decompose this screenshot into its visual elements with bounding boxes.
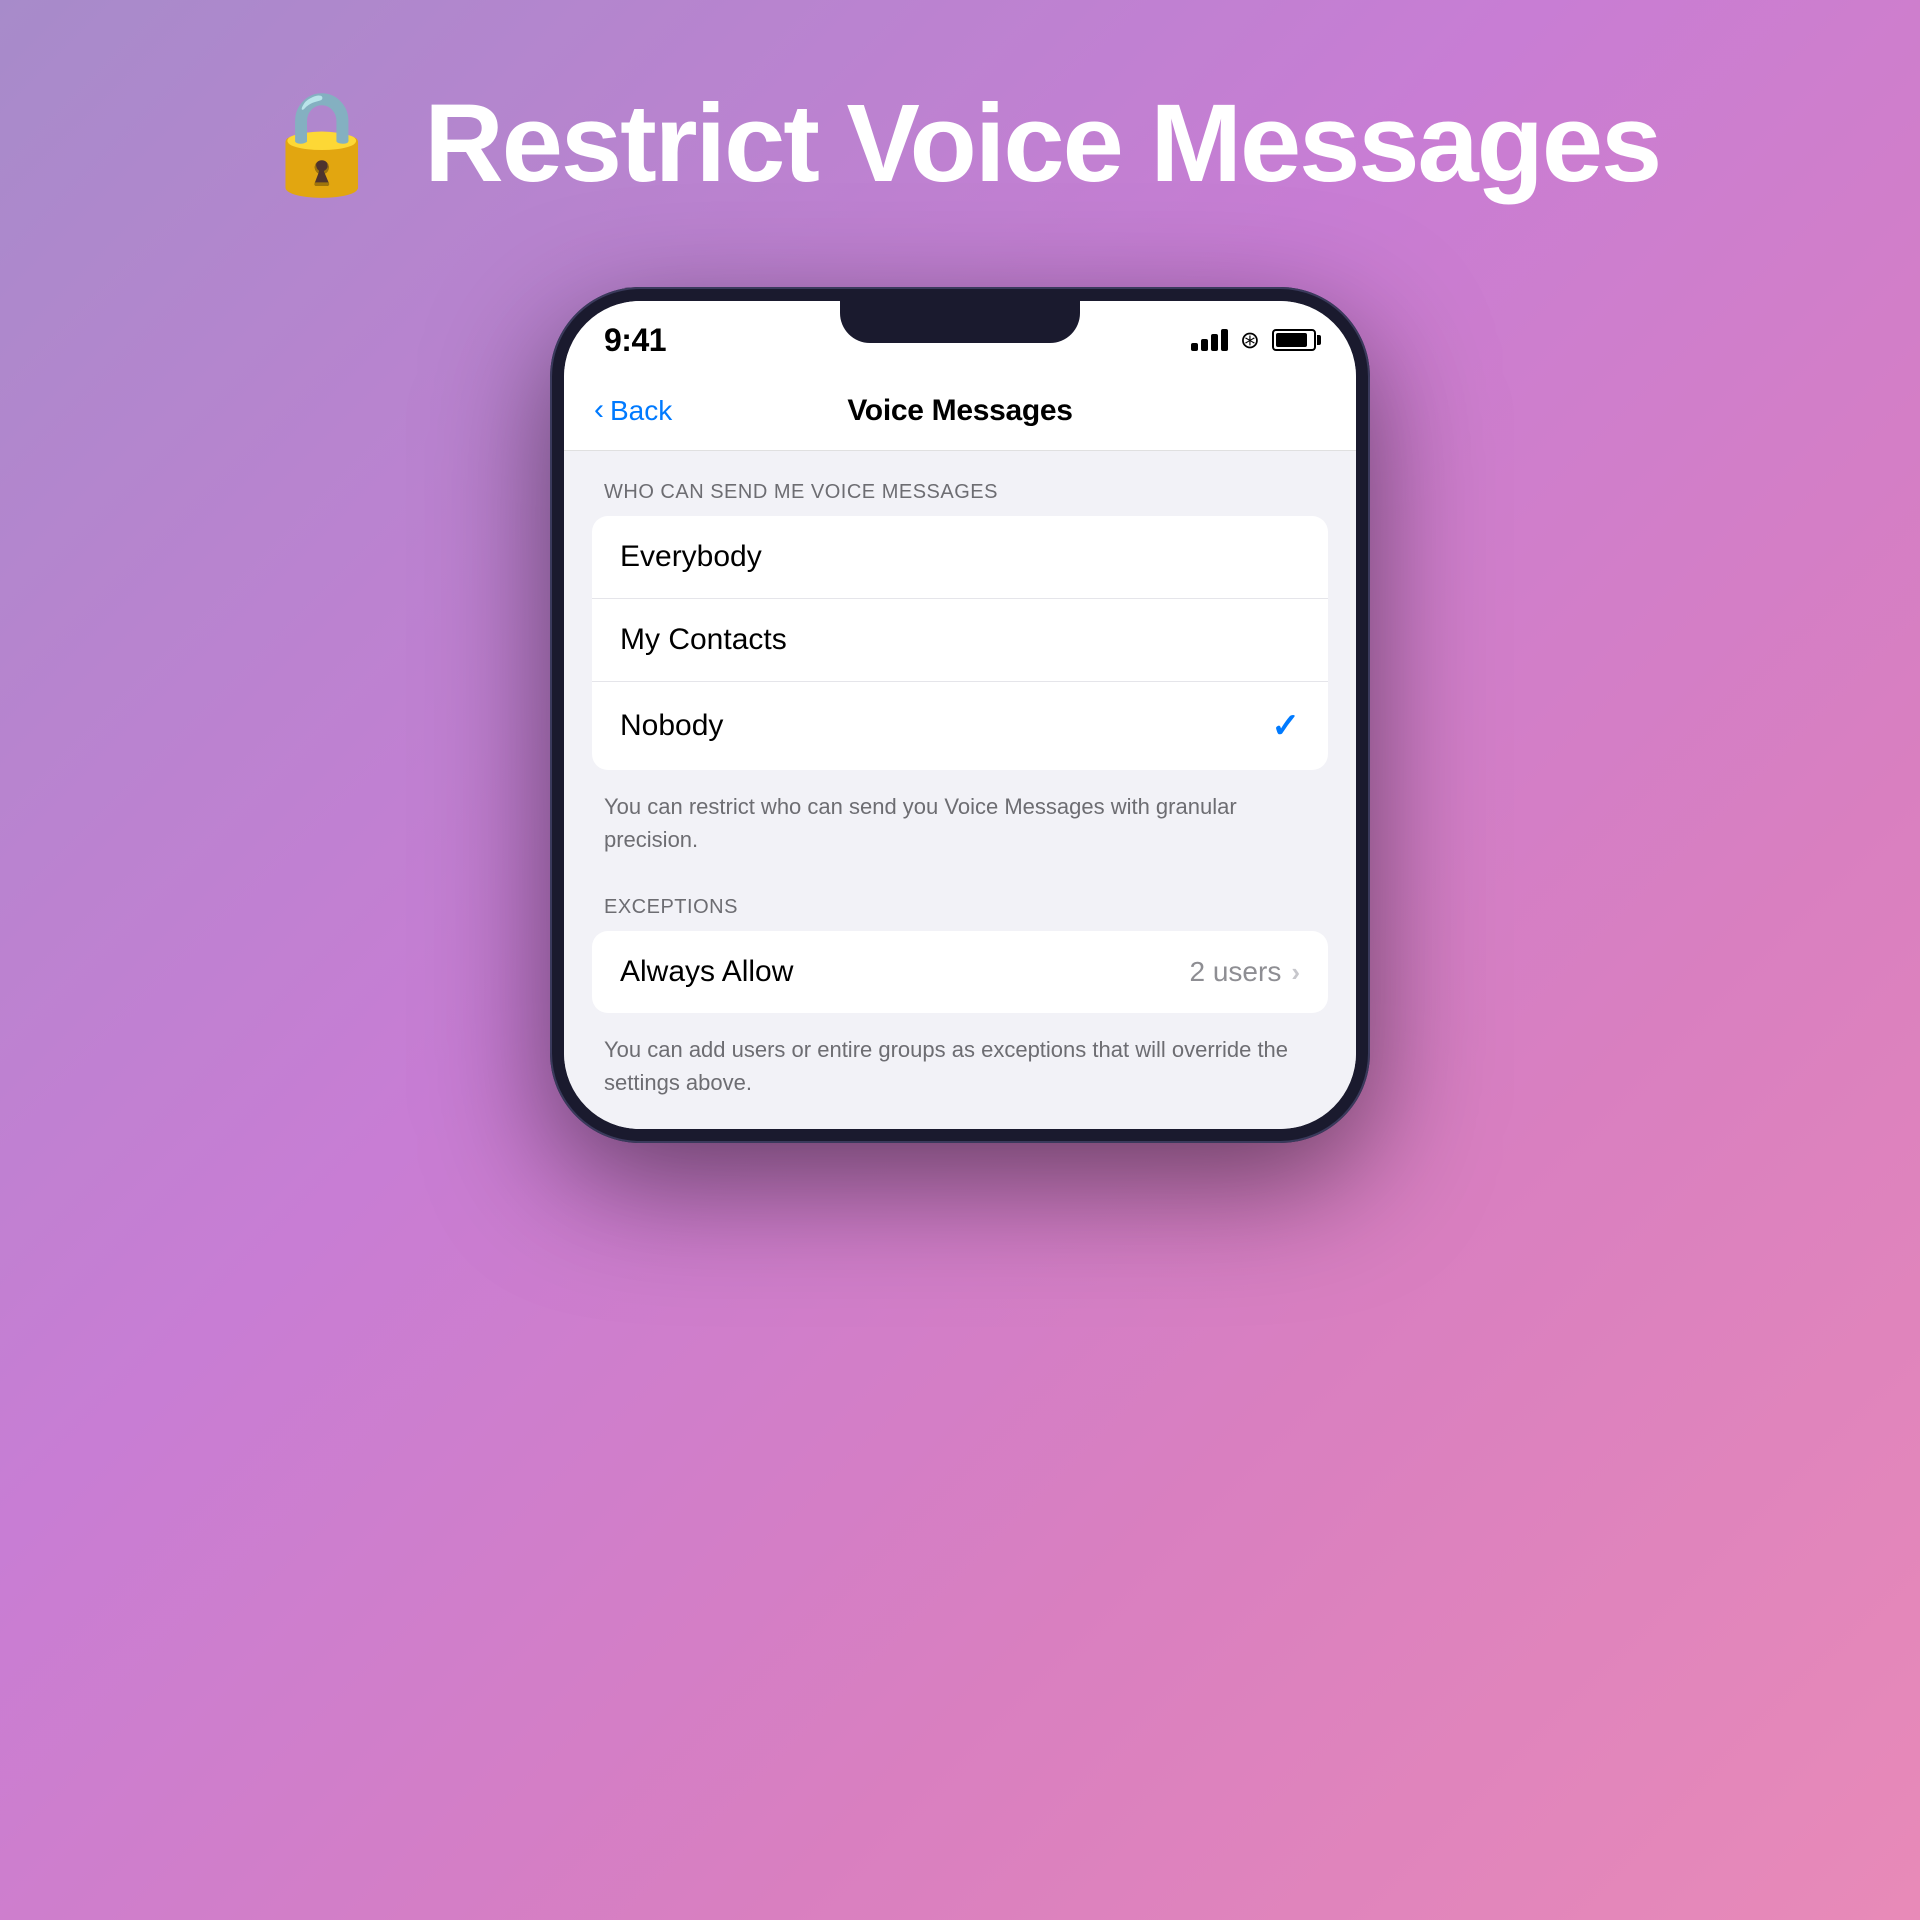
signal-bars-icon: [1191, 329, 1228, 351]
page-header: 🔒 Restrict Voice Messages: [0, 80, 1920, 207]
lock-icon: 🔒: [260, 85, 385, 202]
who-section-footer: You can restrict who can send you Voice …: [564, 778, 1356, 886]
content: WHO CAN SEND ME VOICE MESSAGES Everybody…: [564, 451, 1356, 1129]
nav-bar: ‹ Back Voice Messages: [564, 371, 1356, 451]
back-button[interactable]: ‹ Back: [594, 395, 672, 427]
my-contacts-label: My Contacts: [620, 623, 787, 657]
page-title: Restrict Voice Messages: [424, 80, 1660, 207]
back-label: Back: [610, 395, 672, 427]
nav-title: Voice Messages: [847, 394, 1072, 428]
exceptions-section-footer: You can add users or entire groups as ex…: [564, 1021, 1356, 1129]
nobody-label: Nobody: [620, 709, 723, 743]
everybody-label: Everybody: [620, 540, 762, 574]
who-settings-group: Everybody My Contacts Nobody ✓: [592, 516, 1328, 770]
wifi-icon: ⊛: [1240, 326, 1260, 355]
status-bar: 9:41 ⊛: [564, 301, 1356, 371]
exceptions-settings-group: Always Allow 2 users ›: [592, 931, 1328, 1013]
exceptions-section-header: EXCEPTIONS: [564, 896, 1356, 931]
status-time: 9:41: [604, 322, 666, 359]
always-allow-users-count: 2 users: [1190, 956, 1282, 988]
nobody-checkmark-icon: ✓: [1272, 706, 1301, 746]
everybody-row[interactable]: Everybody: [592, 516, 1328, 599]
always-allow-detail: 2 users ›: [1190, 956, 1301, 988]
notch: [840, 301, 1080, 343]
always-allow-chevron-icon: ›: [1291, 957, 1300, 988]
exceptions-section: EXCEPTIONS Always Allow 2 users › You ca…: [564, 896, 1356, 1129]
phone-screen: 9:41 ⊛ ‹ Back Voice Messages: [564, 301, 1356, 1129]
nobody-row[interactable]: Nobody ✓: [592, 682, 1328, 770]
my-contacts-row[interactable]: My Contacts: [592, 599, 1328, 682]
who-section-header: WHO CAN SEND ME VOICE MESSAGES: [564, 481, 1356, 516]
always-allow-row[interactable]: Always Allow 2 users ›: [592, 931, 1328, 1013]
back-chevron-icon: ‹: [594, 395, 604, 425]
phone-frame: 9:41 ⊛ ‹ Back Voice Messages: [550, 287, 1370, 1143]
always-allow-label: Always Allow: [620, 955, 793, 989]
battery-icon: [1272, 329, 1316, 351]
status-icons: ⊛: [1191, 326, 1316, 355]
